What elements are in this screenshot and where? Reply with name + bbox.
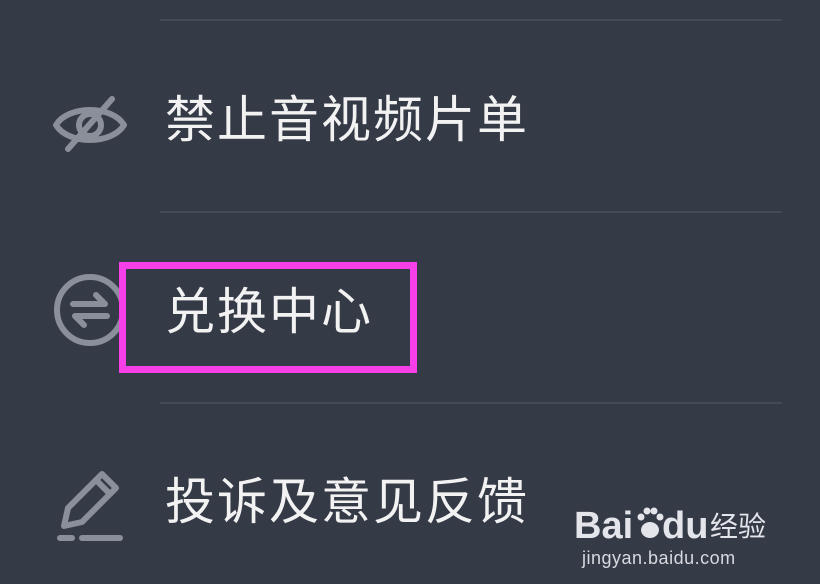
paw-icon (637, 507, 664, 538)
baidu-logo: Bai du 经验 (574, 505, 766, 546)
brand-latin: Bai (574, 505, 633, 546)
menu-item-label: 投诉及意见反馈 (165, 473, 529, 531)
baidu-jingyan-watermark: Bai du 经验 jingyan.baidu.com (574, 500, 774, 570)
exchange-icon (54, 274, 126, 346)
watermark-url: jingyan.baidu.com (582, 548, 736, 568)
pencil-icon (57, 471, 123, 541)
menu-item-label: 禁止音视频片单 (165, 91, 529, 149)
brand-latin-2: du (662, 505, 708, 546)
brand-cn: 经验 (710, 510, 766, 543)
divider (160, 211, 782, 213)
eye-off-icon (53, 96, 127, 152)
menu-item-block-av-list[interactable]: 禁止音视频片单 (0, 40, 820, 200)
highlight-box (119, 262, 417, 373)
divider (160, 402, 782, 404)
divider (160, 19, 782, 21)
